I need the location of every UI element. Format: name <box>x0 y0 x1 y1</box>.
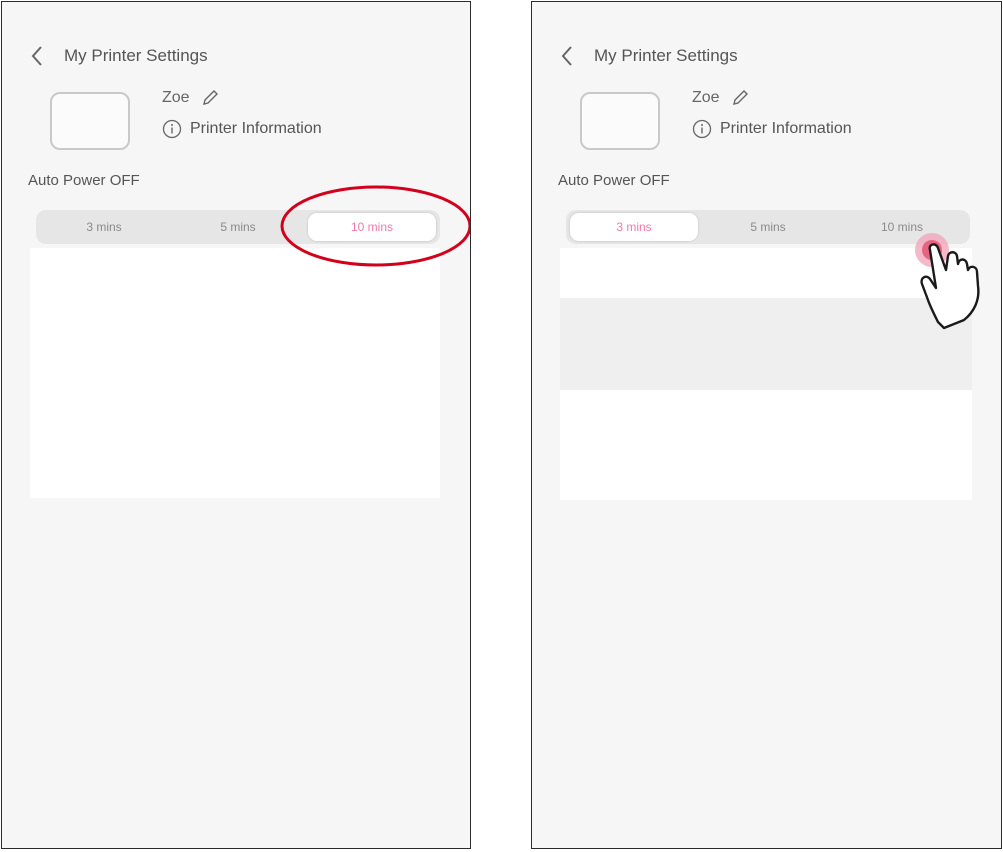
auto-power-off-label: Auto Power OFF <box>28 172 140 189</box>
info-icon <box>692 119 712 139</box>
printer-image <box>580 92 660 150</box>
content-panel-lower <box>560 390 972 500</box>
option-3-mins[interactable]: 3 mins <box>570 213 698 241</box>
content-panel <box>30 248 440 498</box>
screen-right: My Printer Settings Zoe Printer Informat… <box>531 1 1002 849</box>
auto-power-off-label: Auto Power OFF <box>558 172 670 189</box>
printer-name: Zoe <box>692 89 720 106</box>
printer-information-link[interactable]: Printer Information <box>692 119 852 139</box>
page-title: My Printer Settings <box>594 46 738 65</box>
chevron-left-icon[interactable] <box>558 43 576 69</box>
header: My Printer Settings <box>28 42 208 70</box>
printer-name-row: Zoe <box>162 88 220 108</box>
chevron-left-icon[interactable] <box>28 43 46 69</box>
screen-left: My Printer Settings Zoe Printer Informat… <box>1 1 471 849</box>
printer-information-label: Printer Information <box>720 120 852 137</box>
printer-information-label: Printer Information <box>190 120 322 137</box>
option-5-mins[interactable]: 5 mins <box>704 213 832 241</box>
info-icon <box>162 119 182 139</box>
printer-information-link[interactable]: Printer Information <box>162 119 322 139</box>
tap-hand-icon <box>915 233 980 330</box>
header: My Printer Settings <box>558 42 738 70</box>
pencil-icon[interactable] <box>200 88 220 108</box>
printer-name-row: Zoe <box>692 88 750 108</box>
printer-name: Zoe <box>162 89 190 106</box>
option-3-mins[interactable]: 3 mins <box>40 213 168 241</box>
pencil-icon[interactable] <box>730 88 750 108</box>
highlight-circle <box>280 185 470 267</box>
page-title: My Printer Settings <box>64 46 208 65</box>
printer-image <box>50 92 130 150</box>
